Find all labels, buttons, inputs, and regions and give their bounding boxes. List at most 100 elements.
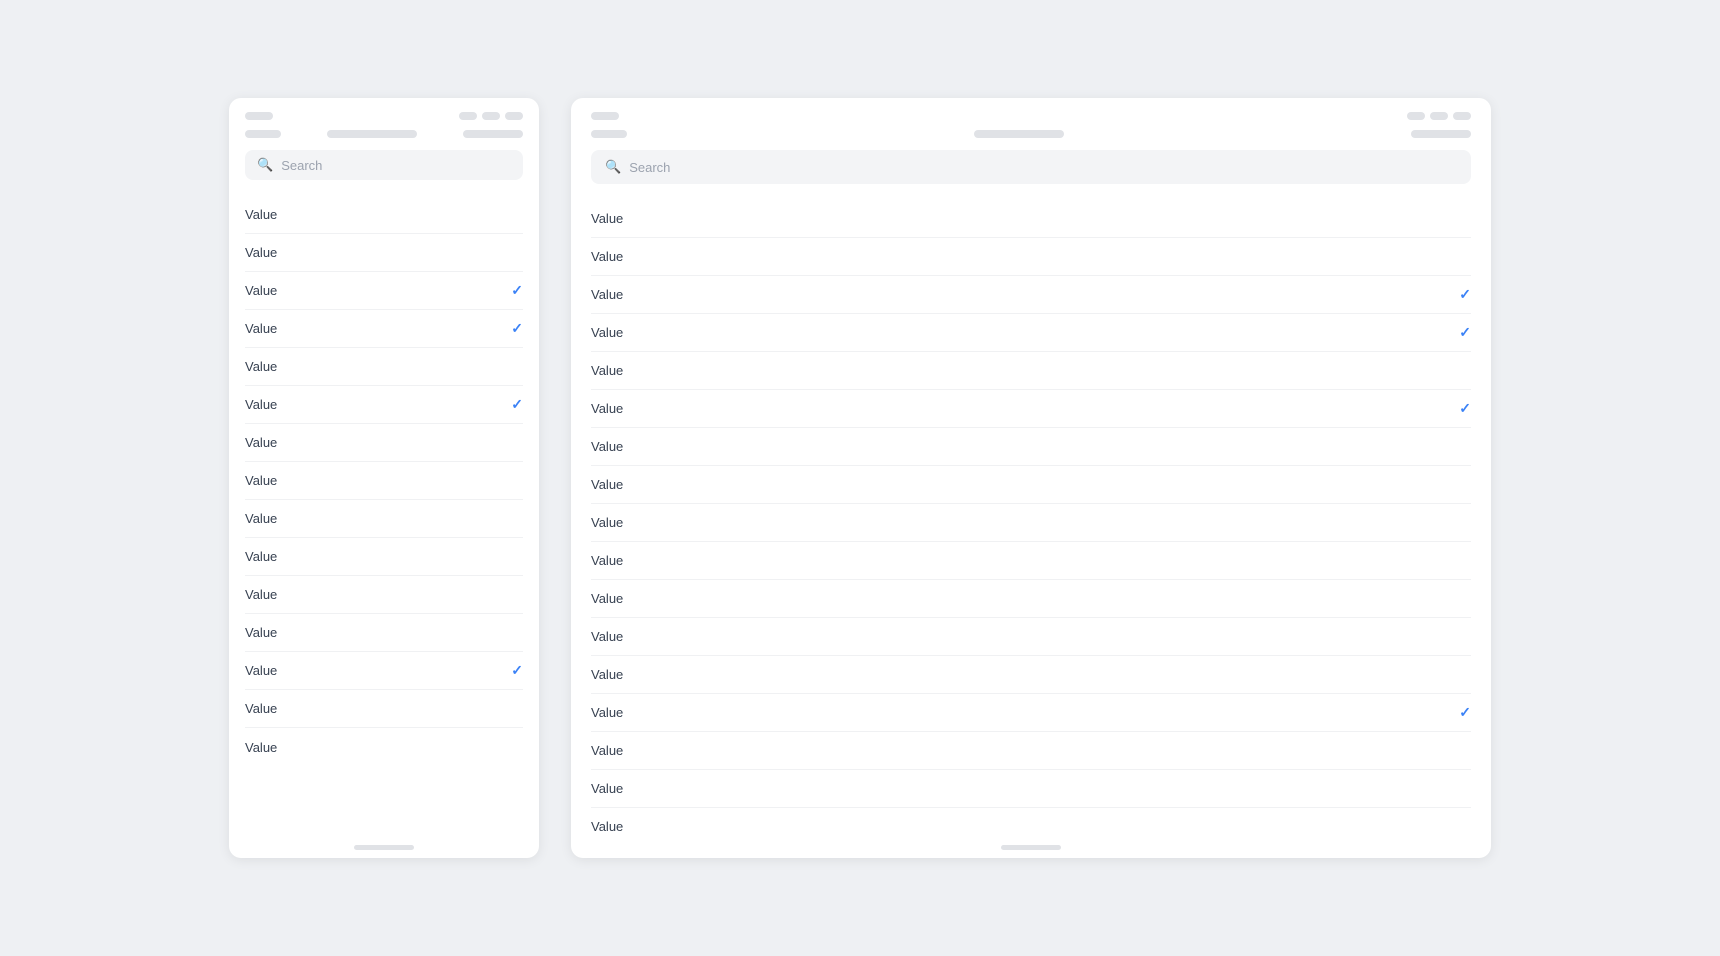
item-label: Value bbox=[245, 549, 277, 564]
item-label: Value bbox=[591, 705, 623, 720]
item-label: Value bbox=[245, 359, 277, 374]
item-label: Value bbox=[591, 819, 623, 834]
item-label: Value bbox=[245, 207, 277, 222]
large-pill-3 bbox=[1411, 130, 1471, 138]
large-chrome-dot-3 bbox=[1430, 112, 1448, 120]
item-label: Value bbox=[591, 591, 623, 606]
item-label: Value bbox=[591, 743, 623, 758]
list-item[interactable]: Value bbox=[591, 504, 1471, 542]
small-panel: 🔍 Search ValueValueValue✓Value✓ValueValu… bbox=[229, 98, 539, 858]
list-item[interactable]: Value bbox=[245, 462, 523, 500]
list-item[interactable]: Value bbox=[245, 234, 523, 272]
large-list: Value Value Value ✓ Value ✓ Value Value ✓ Value Va… bbox=[571, 192, 1491, 841]
item-label: Value bbox=[245, 701, 277, 716]
list-item[interactable]: Value ✓ bbox=[591, 276, 1471, 314]
chrome-left-dots bbox=[245, 112, 273, 120]
check-icon: ✓ bbox=[1459, 704, 1471, 721]
list-item[interactable]: Value bbox=[245, 538, 523, 576]
chrome-right-dots bbox=[459, 112, 523, 120]
chrome-pill-1 bbox=[245, 130, 281, 138]
item-label: Value bbox=[591, 667, 623, 682]
large-chrome-dot-2 bbox=[1407, 112, 1425, 120]
list-item[interactable]: Value✓ bbox=[591, 390, 1471, 428]
large-chrome-dot-1 bbox=[591, 112, 619, 120]
small-search-bar[interactable]: 🔍 Search bbox=[245, 150, 523, 180]
item-label: Value bbox=[591, 553, 623, 568]
list-item[interactable]: Value bbox=[591, 466, 1471, 504]
list-item[interactable]: Value bbox=[245, 690, 523, 728]
item-label: Value bbox=[591, 249, 623, 264]
check-icon: ✓ bbox=[511, 662, 523, 679]
chrome-dot-1 bbox=[245, 112, 273, 120]
item-label: Value bbox=[591, 363, 623, 378]
item-label: Value bbox=[245, 663, 277, 678]
list-item[interactable]: Value bbox=[591, 542, 1471, 580]
small-list: ValueValueValue✓Value✓ValueValue✓ValueVa… bbox=[229, 188, 539, 841]
list-item[interactable]: Value ✓ bbox=[591, 694, 1471, 732]
list-item[interactable]: Value bbox=[591, 732, 1471, 770]
item-label: Value bbox=[591, 211, 623, 226]
large-chrome-right bbox=[1407, 112, 1471, 120]
item-label: Value bbox=[245, 625, 277, 640]
list-item[interactable]: Value bbox=[245, 728, 523, 766]
check-icon: ✓ bbox=[511, 320, 523, 337]
list-item[interactable]: Value bbox=[245, 424, 523, 462]
large-search-icon: 🔍 bbox=[605, 159, 621, 175]
list-item[interactable]: Value bbox=[591, 238, 1471, 276]
list-item[interactable]: Value bbox=[245, 348, 523, 386]
large-chrome-top bbox=[571, 98, 1491, 120]
list-item[interactable]: Value bbox=[591, 808, 1471, 841]
chrome-dot-2 bbox=[459, 112, 477, 120]
item-label: Value bbox=[591, 781, 623, 796]
check-icon: ✓ bbox=[511, 396, 523, 413]
item-label: Value bbox=[591, 325, 623, 340]
item-label: Value bbox=[245, 283, 277, 298]
item-label: Value bbox=[245, 511, 277, 526]
list-item[interactable]: Value ✓ bbox=[245, 272, 523, 310]
large-pill-1 bbox=[591, 130, 627, 138]
list-item[interactable]: Value bbox=[245, 500, 523, 538]
large-chrome-sub bbox=[571, 120, 1491, 138]
item-label: Value bbox=[245, 740, 277, 755]
chrome-top-row bbox=[245, 112, 523, 120]
list-item[interactable]: Value bbox=[245, 196, 523, 234]
large-chrome-left bbox=[591, 112, 619, 120]
item-label: Value bbox=[245, 435, 277, 450]
scrollbar-hint-large bbox=[1001, 845, 1061, 850]
item-label: Value bbox=[245, 473, 277, 488]
chrome-pill-3 bbox=[463, 130, 523, 138]
list-item[interactable]: Value ✓ bbox=[245, 652, 523, 690]
list-item[interactable]: Value bbox=[245, 614, 523, 652]
check-icon: ✓ bbox=[511, 282, 523, 299]
large-pill-2 bbox=[974, 130, 1064, 138]
check-icon: ✓ bbox=[1459, 400, 1471, 417]
check-icon: ✓ bbox=[1459, 324, 1471, 341]
item-label: Value bbox=[245, 321, 277, 336]
list-item[interactable]: Value bbox=[591, 580, 1471, 618]
list-item[interactable]: Value bbox=[591, 618, 1471, 656]
large-chrome-dot-4 bbox=[1453, 112, 1471, 120]
item-label: Value bbox=[245, 587, 277, 602]
list-item[interactable]: Value bbox=[591, 770, 1471, 808]
check-icon: ✓ bbox=[1459, 286, 1471, 303]
item-label: Value bbox=[591, 287, 623, 302]
list-item[interactable]: Value bbox=[591, 428, 1471, 466]
item-label: Value bbox=[245, 397, 277, 412]
large-search-bar[interactable]: 🔍 Search bbox=[591, 150, 1471, 184]
list-item[interactable]: Value ✓ bbox=[245, 386, 523, 424]
large-search-placeholder: Search bbox=[629, 160, 670, 175]
chrome-dot-4 bbox=[505, 112, 523, 120]
large-panel: 🔍 Search ValueValueValue✓Value✓ValueValu… bbox=[571, 98, 1491, 858]
scrollbar-hint-small bbox=[354, 845, 414, 850]
item-label: Value bbox=[591, 515, 623, 530]
item-label: Value bbox=[591, 439, 623, 454]
list-item[interactable]: Value bbox=[591, 200, 1471, 238]
chrome-pill-2 bbox=[327, 130, 417, 138]
list-item[interactable]: Value bbox=[245, 576, 523, 614]
item-label: Value bbox=[591, 477, 623, 492]
list-item[interactable]: Value ✓ bbox=[245, 310, 523, 348]
list-item[interactable]: Value ✓ bbox=[591, 314, 1471, 352]
list-item[interactable]: Value bbox=[591, 352, 1471, 390]
list-item[interactable]: Value bbox=[591, 656, 1471, 694]
search-icon: 🔍 bbox=[257, 157, 273, 173]
